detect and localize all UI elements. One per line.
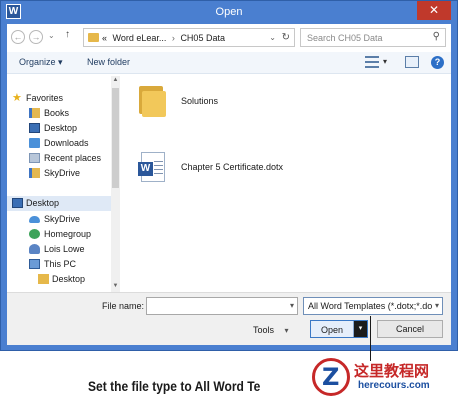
list-item[interactable]: W Chapter 5 Certificate.dotx	[125, 146, 425, 186]
desktop-icon	[12, 198, 23, 208]
nav-item-homegroup[interactable]: Homegroup	[7, 227, 115, 242]
chevron-down-icon[interactable]: ▾	[432, 298, 442, 314]
tools-dropdown-icon: ▾	[284, 326, 289, 335]
nav-item-downloads[interactable]: Downloads	[7, 136, 115, 151]
nav-item-label: Lois Lowe	[44, 244, 85, 254]
open-dialog: W Open ✕ ← → ⌄ ↑ « Word eLear... › CH05 …	[0, 0, 458, 351]
dialog-body: ← → ⌄ ↑ « Word eLear... › CH05 Data ⌄ ↻ …	[7, 24, 451, 345]
nav-item-recent-places[interactable]: Recent places	[7, 151, 115, 166]
window-title: Open	[215, 6, 243, 18]
forward-button[interactable]: →	[29, 30, 43, 44]
cancel-button[interactable]: Cancel	[377, 320, 443, 338]
scroll-down-icon[interactable]: ▼	[111, 282, 120, 291]
nav-item-pc-desktop[interactable]: Desktop	[7, 272, 115, 287]
search-icon[interactable]: ⚲	[433, 31, 440, 42]
nav-item-favorites[interactable]: ★ Favorites	[7, 91, 115, 106]
word-template-icon: W	[138, 152, 165, 182]
breadcrumb-separator[interactable]: ›	[172, 33, 175, 43]
library-icon	[29, 168, 40, 178]
breadcrumb: « Word eLear... › CH05 Data	[102, 33, 225, 43]
homegroup-icon	[29, 229, 40, 239]
refresh-icon[interactable]: ↻	[282, 32, 290, 43]
nav-item-label: SkyDrive	[44, 214, 81, 224]
breadcrumb-item[interactable]: Word eLear...	[113, 33, 167, 43]
nav-item-this-pc[interactable]: This PC	[7, 257, 115, 272]
caption-text: Set the file type to All Word Te	[88, 378, 261, 394]
nav-item-label: Desktop	[52, 274, 86, 284]
open-options-dropdown[interactable]: ▾	[353, 321, 367, 337]
file-name-label: File name:	[102, 301, 145, 311]
desktop-icon	[29, 123, 40, 133]
folder-icon	[38, 274, 49, 284]
nav-item-skydrive[interactable]: SkyDrive	[7, 212, 115, 227]
nav-item-label: Favorites	[26, 93, 64, 103]
computer-icon	[29, 259, 40, 269]
nav-item-skydrive-favorite[interactable]: SkyDrive	[7, 166, 115, 181]
nav-item-label: Desktop	[26, 198, 60, 208]
watermark-logo-letter: Z	[322, 363, 340, 391]
recent-places-icon	[29, 153, 40, 163]
navigation-scrollbar[interactable]: ▲ ▼	[111, 76, 120, 292]
tools-label: Tools	[253, 325, 275, 335]
nav-item-desktop-root[interactable]: Desktop	[7, 196, 115, 211]
open-label: Open	[321, 325, 344, 335]
command-toolbar: Organize ▾ New folder ▾ ?	[7, 52, 451, 74]
user-icon	[29, 244, 40, 254]
star-icon: ★	[12, 92, 22, 104]
file-name-input[interactable]: ▾	[146, 297, 298, 315]
file-type-select[interactable]: All Word Templates (*.dotx;*.do ▾	[303, 297, 443, 315]
address-bar[interactable]: « Word eLear... › CH05 Data ⌄ ↻	[83, 28, 295, 47]
watermark-logo: Z	[312, 358, 350, 396]
breadcrumb-overflow[interactable]: «	[102, 33, 107, 43]
watermark-url: herecours.com	[358, 380, 430, 391]
file-list: Solutions W Chapter 5 Certificate.dotx	[125, 76, 451, 292]
preview-pane-icon[interactable]	[405, 56, 419, 68]
organize-button[interactable]: Organize ▾	[19, 57, 63, 68]
downloads-icon	[29, 138, 40, 148]
nav-item-books[interactable]: Books	[7, 106, 115, 121]
folder-icon	[88, 33, 99, 42]
cloud-icon	[29, 216, 40, 223]
nav-item-label: Recent places	[44, 153, 102, 163]
view-options-dropdown[interactable]: ▾	[383, 57, 387, 66]
address-dropdown-icon[interactable]: ⌄	[269, 33, 276, 42]
file-name: Solutions	[181, 96, 219, 106]
file-type-value: All Word Templates (*.dotx;*.do	[308, 301, 433, 311]
file-name: Chapter 5 Certificate.dotx	[181, 162, 284, 172]
open-button[interactable]: Open ▾	[310, 320, 368, 338]
recent-locations-dropdown[interactable]: ⌄	[48, 31, 55, 40]
navigation-pane: ★ Favorites Books Desktop Downloads Rece…	[7, 76, 119, 292]
search-input[interactable]: Search CH05 Data	[307, 33, 383, 43]
list-item[interactable]: Solutions	[125, 80, 425, 120]
breadcrumb-item[interactable]: CH05 Data	[180, 33, 225, 43]
scroll-thumb[interactable]	[112, 88, 119, 188]
up-button[interactable]: ↑	[65, 29, 70, 40]
tools-button[interactable]: Tools ▾	[253, 325, 289, 335]
search-box[interactable]: Search CH05 Data ⚲	[300, 28, 446, 47]
file-name-dropdown-icon[interactable]: ▾	[290, 301, 294, 310]
close-button[interactable]: ✕	[417, 1, 451, 20]
nav-item-label: Homegroup	[44, 229, 92, 239]
help-icon[interactable]: ?	[431, 56, 444, 69]
address-row: ← → ⌄ ↑ « Word eLear... › CH05 Data ⌄ ↻ …	[7, 24, 451, 50]
nav-item-label: SkyDrive	[44, 168, 81, 178]
dialog-footer: File name: ▾ All Word Templates (*.dotx;…	[7, 292, 451, 345]
nav-item-label: Downloads	[44, 138, 89, 148]
folder-icon	[139, 86, 169, 118]
back-button[interactable]: ←	[11, 30, 25, 44]
nav-item-user[interactable]: Lois Lowe	[7, 242, 115, 257]
nav-item-label: Desktop	[44, 123, 78, 133]
title-bar[interactable]: W Open ✕	[1, 1, 457, 24]
change-view-icon[interactable]	[365, 56, 379, 68]
watermark-title: 这里教程网	[354, 362, 430, 380]
library-icon	[29, 108, 40, 118]
nav-item-label: Books	[44, 108, 70, 118]
nav-item-desktop[interactable]: Desktop	[7, 121, 115, 136]
new-folder-button[interactable]: New folder	[87, 57, 130, 67]
scroll-up-icon[interactable]: ▲	[111, 76, 120, 85]
watermark: Z 这里教程网 herecours.com	[308, 354, 458, 400]
nav-item-label: This PC	[44, 259, 77, 269]
